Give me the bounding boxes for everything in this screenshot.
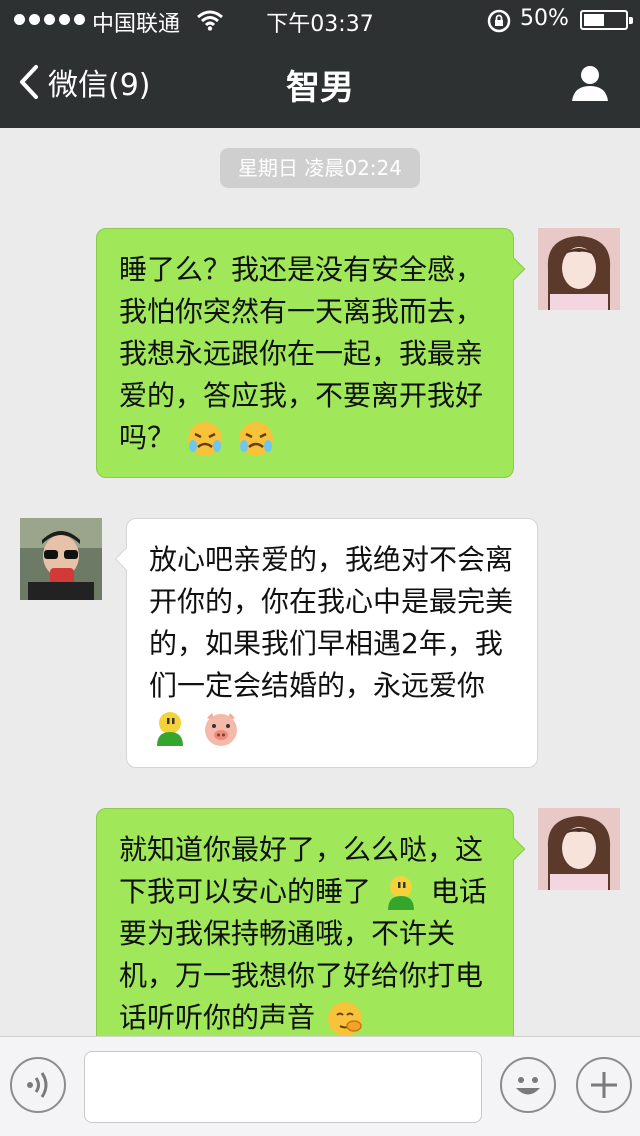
smiley-icon: [516, 1077, 540, 1095]
contact-avatar[interactable]: [20, 518, 102, 600]
chat-area[interactable]: 星期日 凌晨02:24 睡了么？我还是没有安全感， 我怕你突然有一天离我而去， …: [0, 128, 640, 1036]
voice-button[interactable]: [10, 1057, 66, 1113]
my-avatar[interactable]: [538, 808, 620, 890]
message-line: 下我可以安心的睡了: [119, 875, 372, 908]
voice-icon: [27, 1072, 48, 1098]
green-buddy-icon: [387, 876, 414, 910]
message-line: 睡了么？我还是没有安全感，: [119, 253, 484, 286]
message-line: 机，万一我想你了好给你打电: [119, 959, 484, 992]
plus-icon: [591, 1072, 617, 1098]
message-timestamp: 星期日 凌晨02:24: [220, 148, 420, 188]
message-line: 吗？: [119, 421, 176, 454]
input-bar: [0, 1036, 640, 1136]
status-bar: 中国联通 下午03:37 50%: [0, 0, 640, 40]
message-line: 爱的，答应我，不要离开我好: [119, 379, 484, 412]
emoji-button[interactable]: [500, 1057, 556, 1113]
green-buddy-icon: [157, 712, 183, 746]
message-line: 我想永远跟你在一起，我最亲: [119, 337, 484, 370]
battery-icon: [580, 10, 633, 30]
rotation-lock-icon: [487, 9, 511, 33]
pig-face-icon: [204, 713, 237, 746]
message-line: 我怕你突然有一天离我而去，: [119, 295, 484, 328]
battery-percent: 50%: [520, 6, 569, 31]
message-line: 电话: [430, 875, 487, 908]
message-line: 的，如果我们早相遇2年，我: [149, 627, 503, 660]
my-avatar[interactable]: [538, 228, 620, 310]
message-line: 要为我保持畅通哦，不许关: [119, 917, 456, 950]
crying-face-icon: [187, 422, 222, 456]
more-button[interactable]: [576, 1057, 632, 1113]
chat-title: 智男: [286, 68, 354, 108]
message-line: 开你的，你在我心中是最完美: [149, 585, 514, 618]
profile-icon[interactable]: [570, 64, 610, 102]
message-input[interactable]: [84, 1051, 482, 1123]
message-line: 们一定会结婚的，永远爱你: [149, 669, 486, 702]
message-bubble-outgoing[interactable]: 就知道你最好了，么么哒，这 下我可以安心的睡了 电话 要为我保持畅通哦，不许关 …: [96, 808, 526, 1036]
message-bubble-incoming[interactable]: 放心吧亲爱的，我绝对不会离 开你的，你在我心中是最完美 的，如果我们早相遇2年，…: [114, 518, 538, 768]
header: 中国联通 下午03:37 50% 微信(9) 智男: [0, 0, 640, 128]
message-line: 放心吧亲爱的，我绝对不会离: [149, 543, 514, 576]
message-line: 就知道你最好了，么么哒，这: [119, 833, 484, 866]
message-line: 话听听你的声音: [119, 1001, 316, 1034]
shy-face-icon: [327, 1002, 362, 1036]
message-bubble-outgoing[interactable]: 睡了么？我还是没有安全感， 我怕你突然有一天离我而去， 我想永远跟你在一起，我最…: [96, 228, 526, 478]
crying-face-icon: [238, 422, 273, 456]
